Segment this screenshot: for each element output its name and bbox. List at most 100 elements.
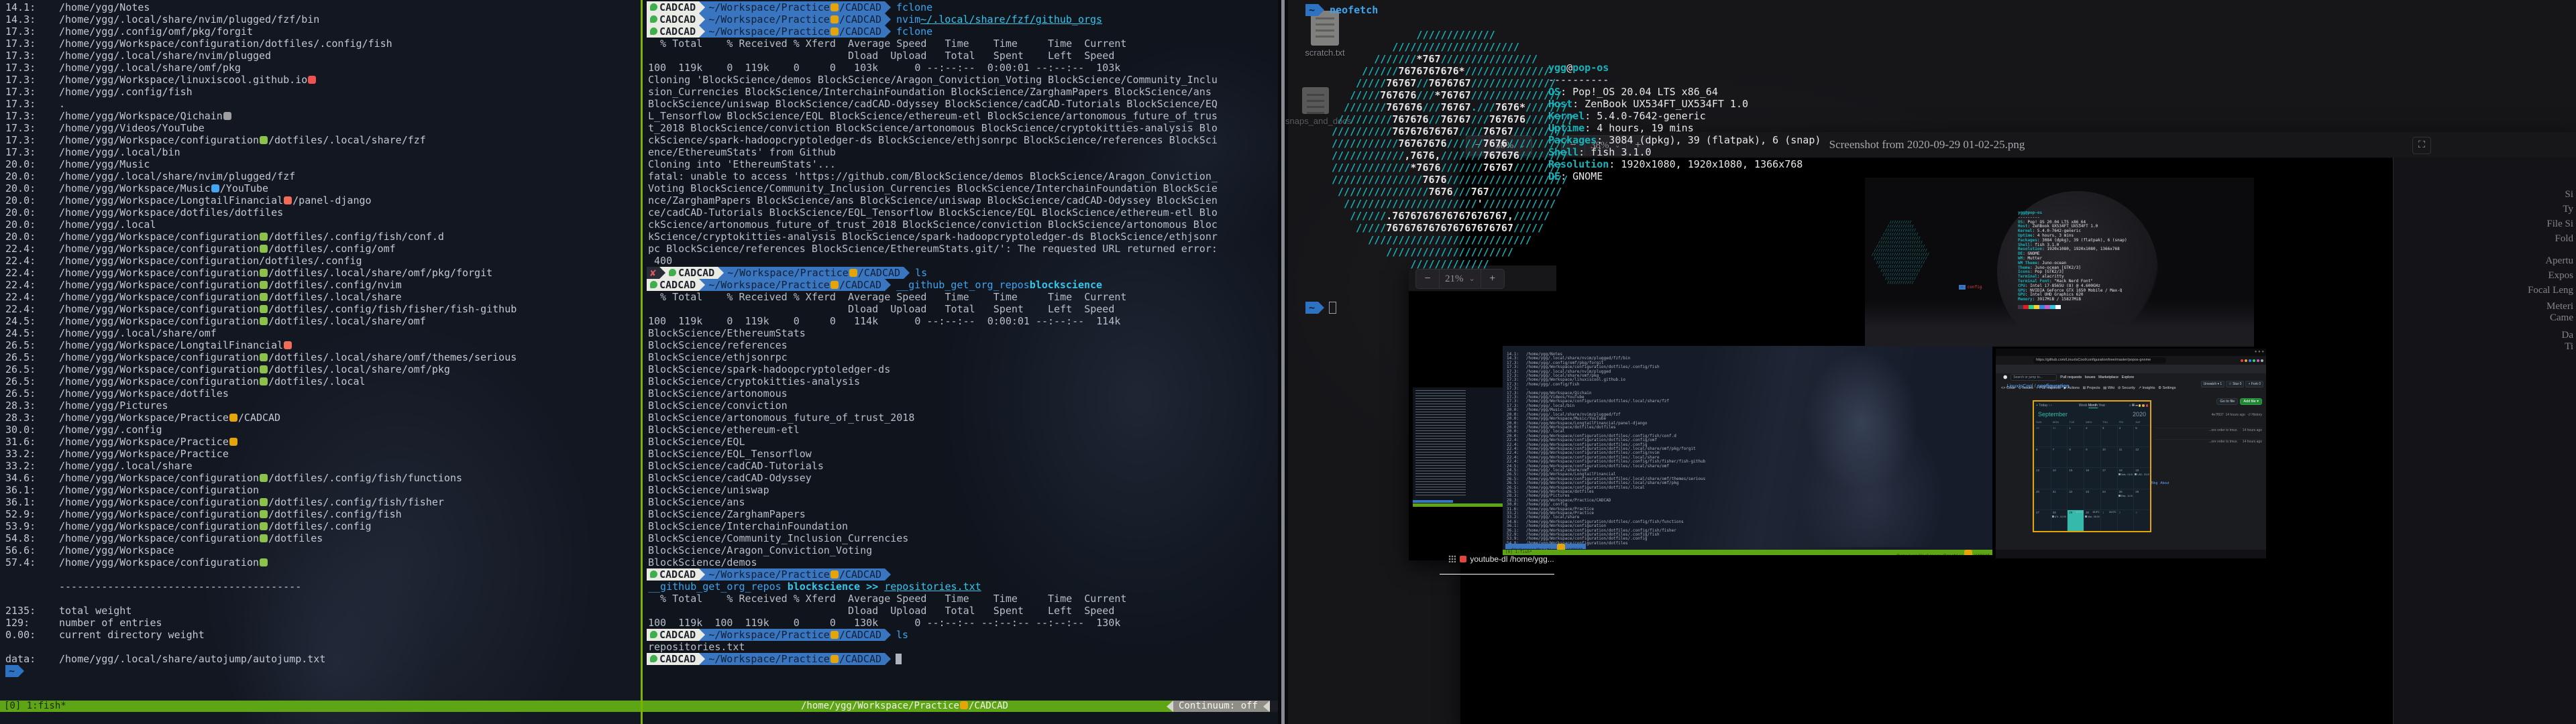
command-text: neofetch (1330, 4, 1378, 16)
command-text: ls (896, 629, 908, 641)
terminal-line: ---------------------------------------- (0, 581, 641, 593)
path-emoji-icon (223, 112, 231, 120)
terminal-output-line: BlockScience/demos (643, 556, 1278, 568)
path-emoji-icon (308, 76, 316, 84)
path-emoji-icon (229, 438, 237, 446)
calendar-day: 17 (2100, 467, 2117, 489)
nested-github-header: ⬤Search or jump to...Pull requests Issue… (1996, 365, 2266, 373)
calendar-weekdays: SUNMONTUEWEDTHUFRISAT (2034, 420, 2150, 424)
terminal-output-line: pc BlockScience/references BlockScience/… (643, 243, 1278, 255)
prompt-cwd-chip: ~ (1305, 4, 1318, 16)
shell-prompt[interactable]: CADCAD~/Workspace/Practice/CADCADls (643, 629, 1278, 641)
terminal-output-line: 400 (643, 255, 1278, 267)
zoom-in-button[interactable]: + (1481, 269, 1504, 288)
powerline-arrow-icon (699, 629, 705, 641)
terminal-output-line: BlockScience/artonomous_future_of_trust_… (643, 412, 1278, 424)
tmux-statusbar-middle[interactable]: /home/ygg/Workspace/Practice/CADCAD Cont… (643, 701, 1278, 712)
prompt-cwd-chip: ~/Workspace/Practice/CADCAD (705, 653, 885, 665)
terminal-line: 17.3:/home/ygg/Workspace/linuxiscool.git… (0, 74, 641, 86)
zoom-out-button[interactable]: − (1416, 269, 1440, 288)
powerline-arrow-icon (904, 267, 910, 279)
fullscreen-button[interactable]: ⛶ (2412, 137, 2431, 154)
calendar-day: 16 (2084, 467, 2100, 489)
terminal-color-palette (2018, 305, 2061, 309)
command-continuation-line: __github_get_org_repos blockscience >> r… (643, 581, 1278, 593)
property-label: Ti (2565, 341, 2573, 353)
path-emoji-icon (260, 281, 268, 289)
shell-prompt[interactable]: CADCAD~/Workspace/Practice/CADCAD (643, 653, 1278, 665)
terminal-output-line: BlockScience/uniswap BlockScience/cadCAD… (643, 98, 1278, 110)
nested-browser-navbar: ← → ⟳ ⌂ https://github.com/LinuxIsCool/c… (1996, 356, 2266, 365)
statusbar-end (1270, 701, 1278, 712)
terminal-output-line: nce/ZarghamPapers BlockScience/ans Block… (643, 194, 1278, 206)
prompt-cwd-chip: ~/Workspace/Practice/CADCAD (705, 279, 885, 291)
path-emoji-icon (260, 558, 268, 566)
calendar-day: 2915.4°C (2067, 509, 2084, 531)
terminal-autojump[interactable]: 14.1:/home/ygg/Notes14.3:/home/ygg/.loca… (0, 0, 641, 724)
terminal-line: 24.5:/home/ygg/.local/share/omf (0, 327, 641, 339)
command-text: ~/.local/share/fzf/github_orgs (920, 13, 1102, 25)
shell-prompt[interactable]: CADCAD~/Workspace/Practice/CADCADfclone (643, 25, 1278, 38)
terminal-line: 20.0:/home/ygg/.local/share/nvim/plugged… (0, 170, 641, 182)
calendar-day: 19LAD.. 03:00 pm (2133, 467, 2150, 489)
snake-icon (650, 281, 657, 288)
nested-ascii-logo: ////////// //////////// ////////////// /… (1872, 221, 1929, 285)
youtube-dl-icon (1460, 556, 1466, 562)
tmux-statusbar-left[interactable]: [0] 1:fish* (0, 701, 641, 712)
shell-prompt[interactable]: CADCAD~/Workspace/Practice/CADCAD__githu… (643, 279, 1278, 291)
terminal-output-line: % Total % Received % Xferd Average Speed… (643, 593, 1278, 605)
property-label: Apertu (2545, 255, 2573, 267)
autojump-output: 14.1:/home/ygg/Notes14.3:/home/ygg/.loca… (0, 0, 641, 677)
snake-icon (650, 570, 657, 578)
continuum-status: Continuum: off (1173, 701, 1263, 712)
shell-prompt[interactable]: CADCAD~/Workspace/Practice/CADCADnvim ~/… (643, 13, 1278, 25)
property-label: Ty (2563, 204, 2573, 215)
shell-prompt[interactable]: ✘CADCAD~/Workspace/Practice/CADCADls (643, 267, 1278, 279)
terminal-output-line: BlockScience/cryptokitties-analysis (643, 375, 1278, 387)
terminal-line: 36.1:/home/ygg/Workspace/configuration/d… (0, 496, 641, 508)
calendar-day: 18Sats.. 01:00 pm (2117, 467, 2134, 489)
powerline-arrow-icon (885, 279, 891, 291)
terminal-output-line: 100 119k 100 119k 0 0 130k 0 --:--:-- --… (643, 617, 1278, 629)
prompt-cwd-chip: ~/Workspace/Practice/CADCAD (705, 1, 885, 13)
terminal-output-line: ce/cadCAD-Tutorials BlockScience/EQL_Ten… (643, 206, 1278, 219)
nested-neofetch-info: ygg@pop-os---------OS: Pop!_OS 20.04 LTS… (2018, 211, 2127, 302)
nested-file-row: ...ore order to tmux. 14 hours ago (2155, 439, 2262, 444)
calendar-day: 6 (2034, 446, 2051, 468)
calendar-day: 31 (2051, 425, 2068, 446)
terminal-line: 17.3:/home/ygg/.local/share/omf/pkg (0, 62, 641, 74)
prompt-cwd-chip: ~ (1305, 302, 1318, 314)
command-text: repositories.txt (884, 581, 981, 593)
tmux-session-label: [0] 1:fish* (4, 701, 66, 712)
nested-prompt: ~ config (1959, 285, 1982, 290)
shell-prompt[interactable]: CADCAD~/Workspace/Practice/CADCADfclone (643, 1, 1278, 13)
shell-prompt[interactable]: ~ (0, 665, 641, 677)
nested-screenshot-mini-desktop (1413, 387, 1503, 507)
shell-prompt[interactable]: ~ (1300, 302, 1336, 314)
snake-icon (650, 3, 657, 11)
command-text: __github_get_org_repos (648, 581, 788, 593)
popos-ascii-logo: ///////////// ///////////////////// ////… (1332, 29, 1574, 270)
path-emoji-icon (830, 631, 839, 639)
nested-command-error: config (1968, 285, 1982, 290)
terminal-output-line: Cloning 'BlockScience/demos BlockScience… (643, 74, 1278, 86)
shell-prompt[interactable]: CADCAD~/Workspace/Practice/CADCAD (643, 568, 1278, 581)
zoom-level-dropdown[interactable]: 21%⌄ (1440, 269, 1481, 288)
path-emoji-icon (830, 281, 839, 289)
nested-autojump-text: 14.1: /home/ygg/Notes 14.3: /home/ygg/.l… (1507, 353, 1705, 555)
powerline-arrow-icon (699, 1, 705, 13)
neofetch-prompt: ~ neofetch (1300, 4, 1378, 16)
powerline-arrow-icon (699, 25, 705, 38)
calendar-day: 27 (2034, 509, 2051, 531)
calendar-day: 9 (2084, 446, 2100, 468)
terminal-cadcad[interactable]: CADCAD~/Workspace/Practice/CADCADfcloneC… (641, 0, 1278, 724)
path-emoji-icon (260, 474, 268, 482)
nested-prompt: ~/Workspace/Practice/CADCAD (1505, 544, 1586, 549)
calendar-day: 12 (2133, 446, 2150, 468)
property-label: File Si (2546, 219, 2573, 230)
mini-tmux-bar (1413, 503, 1503, 507)
zoom-control[interactable]: − 21%⌄ + (1415, 269, 1505, 289)
image-properties-sidebar[interactable]: SiTyFile SiFoldApertuExposFocal LengMete… (2393, 158, 2576, 724)
terminal-output-line: 100 119k 0 119k 0 0 103k 0 --:--:-- 0:00… (643, 62, 1278, 74)
path-emoji-icon (830, 570, 839, 579)
